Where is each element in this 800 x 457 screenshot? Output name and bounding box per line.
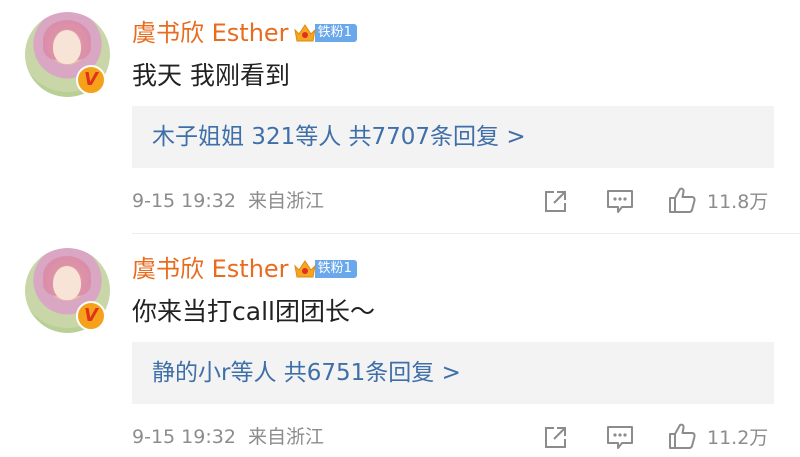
comment-text: 我天 我刚看到 (132, 61, 290, 90)
comment-meta: 9-15 19:32 来自浙江 (132, 425, 324, 449)
share-icon (542, 423, 570, 451)
comment-text: 你来当打call团团长～ (132, 297, 375, 326)
verified-v-icon: V (76, 301, 106, 331)
avatar[interactable]: V (25, 12, 110, 97)
verified-v-icon: V (76, 65, 106, 95)
comment-button[interactable] (605, 187, 635, 215)
username[interactable]: 虞书欣 Esther (132, 18, 289, 48)
comment-button[interactable] (605, 423, 635, 451)
comment-icon (605, 423, 635, 451)
reply-summary-box[interactable]: 静的小r等人 共6751条回复 > (132, 342, 774, 404)
share-button[interactable] (542, 423, 570, 451)
fan-badge[interactable]: 铁粉1 (293, 23, 357, 43)
comment-icon (605, 187, 635, 215)
comment-time: 9-15 19:32 (132, 190, 236, 212)
comment-time: 9-15 19:32 (132, 426, 236, 448)
share-icon (542, 187, 570, 215)
fan-badge-label: 铁粉1 (314, 24, 357, 42)
like-icon (667, 421, 697, 451)
like-button[interactable]: 11.8万 (667, 185, 768, 215)
reply-summary-link[interactable]: 木子姐姐 321等人 共7707条回复 > (152, 121, 526, 153)
comment-meta: 9-15 19:32 来自浙江 (132, 189, 324, 213)
comment-location: 来自浙江 (247, 426, 324, 448)
crown-icon (293, 258, 317, 280)
username[interactable]: 虞书欣 Esther (132, 254, 289, 284)
crown-icon (293, 22, 317, 44)
like-count: 11.8万 (707, 190, 769, 213)
reply-summary-link[interactable]: 静的小r等人 共6751条回复 > (152, 357, 461, 389)
reply-summary-box[interactable]: 木子姐姐 321等人 共7707条回复 > (132, 106, 774, 168)
like-button[interactable]: 11.2万 (667, 421, 768, 451)
fan-badge[interactable]: 铁粉1 (293, 259, 357, 279)
fan-badge-label: 铁粉1 (314, 260, 357, 278)
like-count: 11.2万 (707, 426, 769, 449)
comment-location: 来自浙江 (247, 190, 324, 212)
avatar[interactable]: V (25, 248, 110, 333)
avatar-face (53, 266, 81, 300)
like-icon (667, 185, 697, 215)
share-button[interactable] (542, 187, 570, 215)
avatar-face (53, 30, 81, 64)
comment-divider (132, 233, 800, 234)
